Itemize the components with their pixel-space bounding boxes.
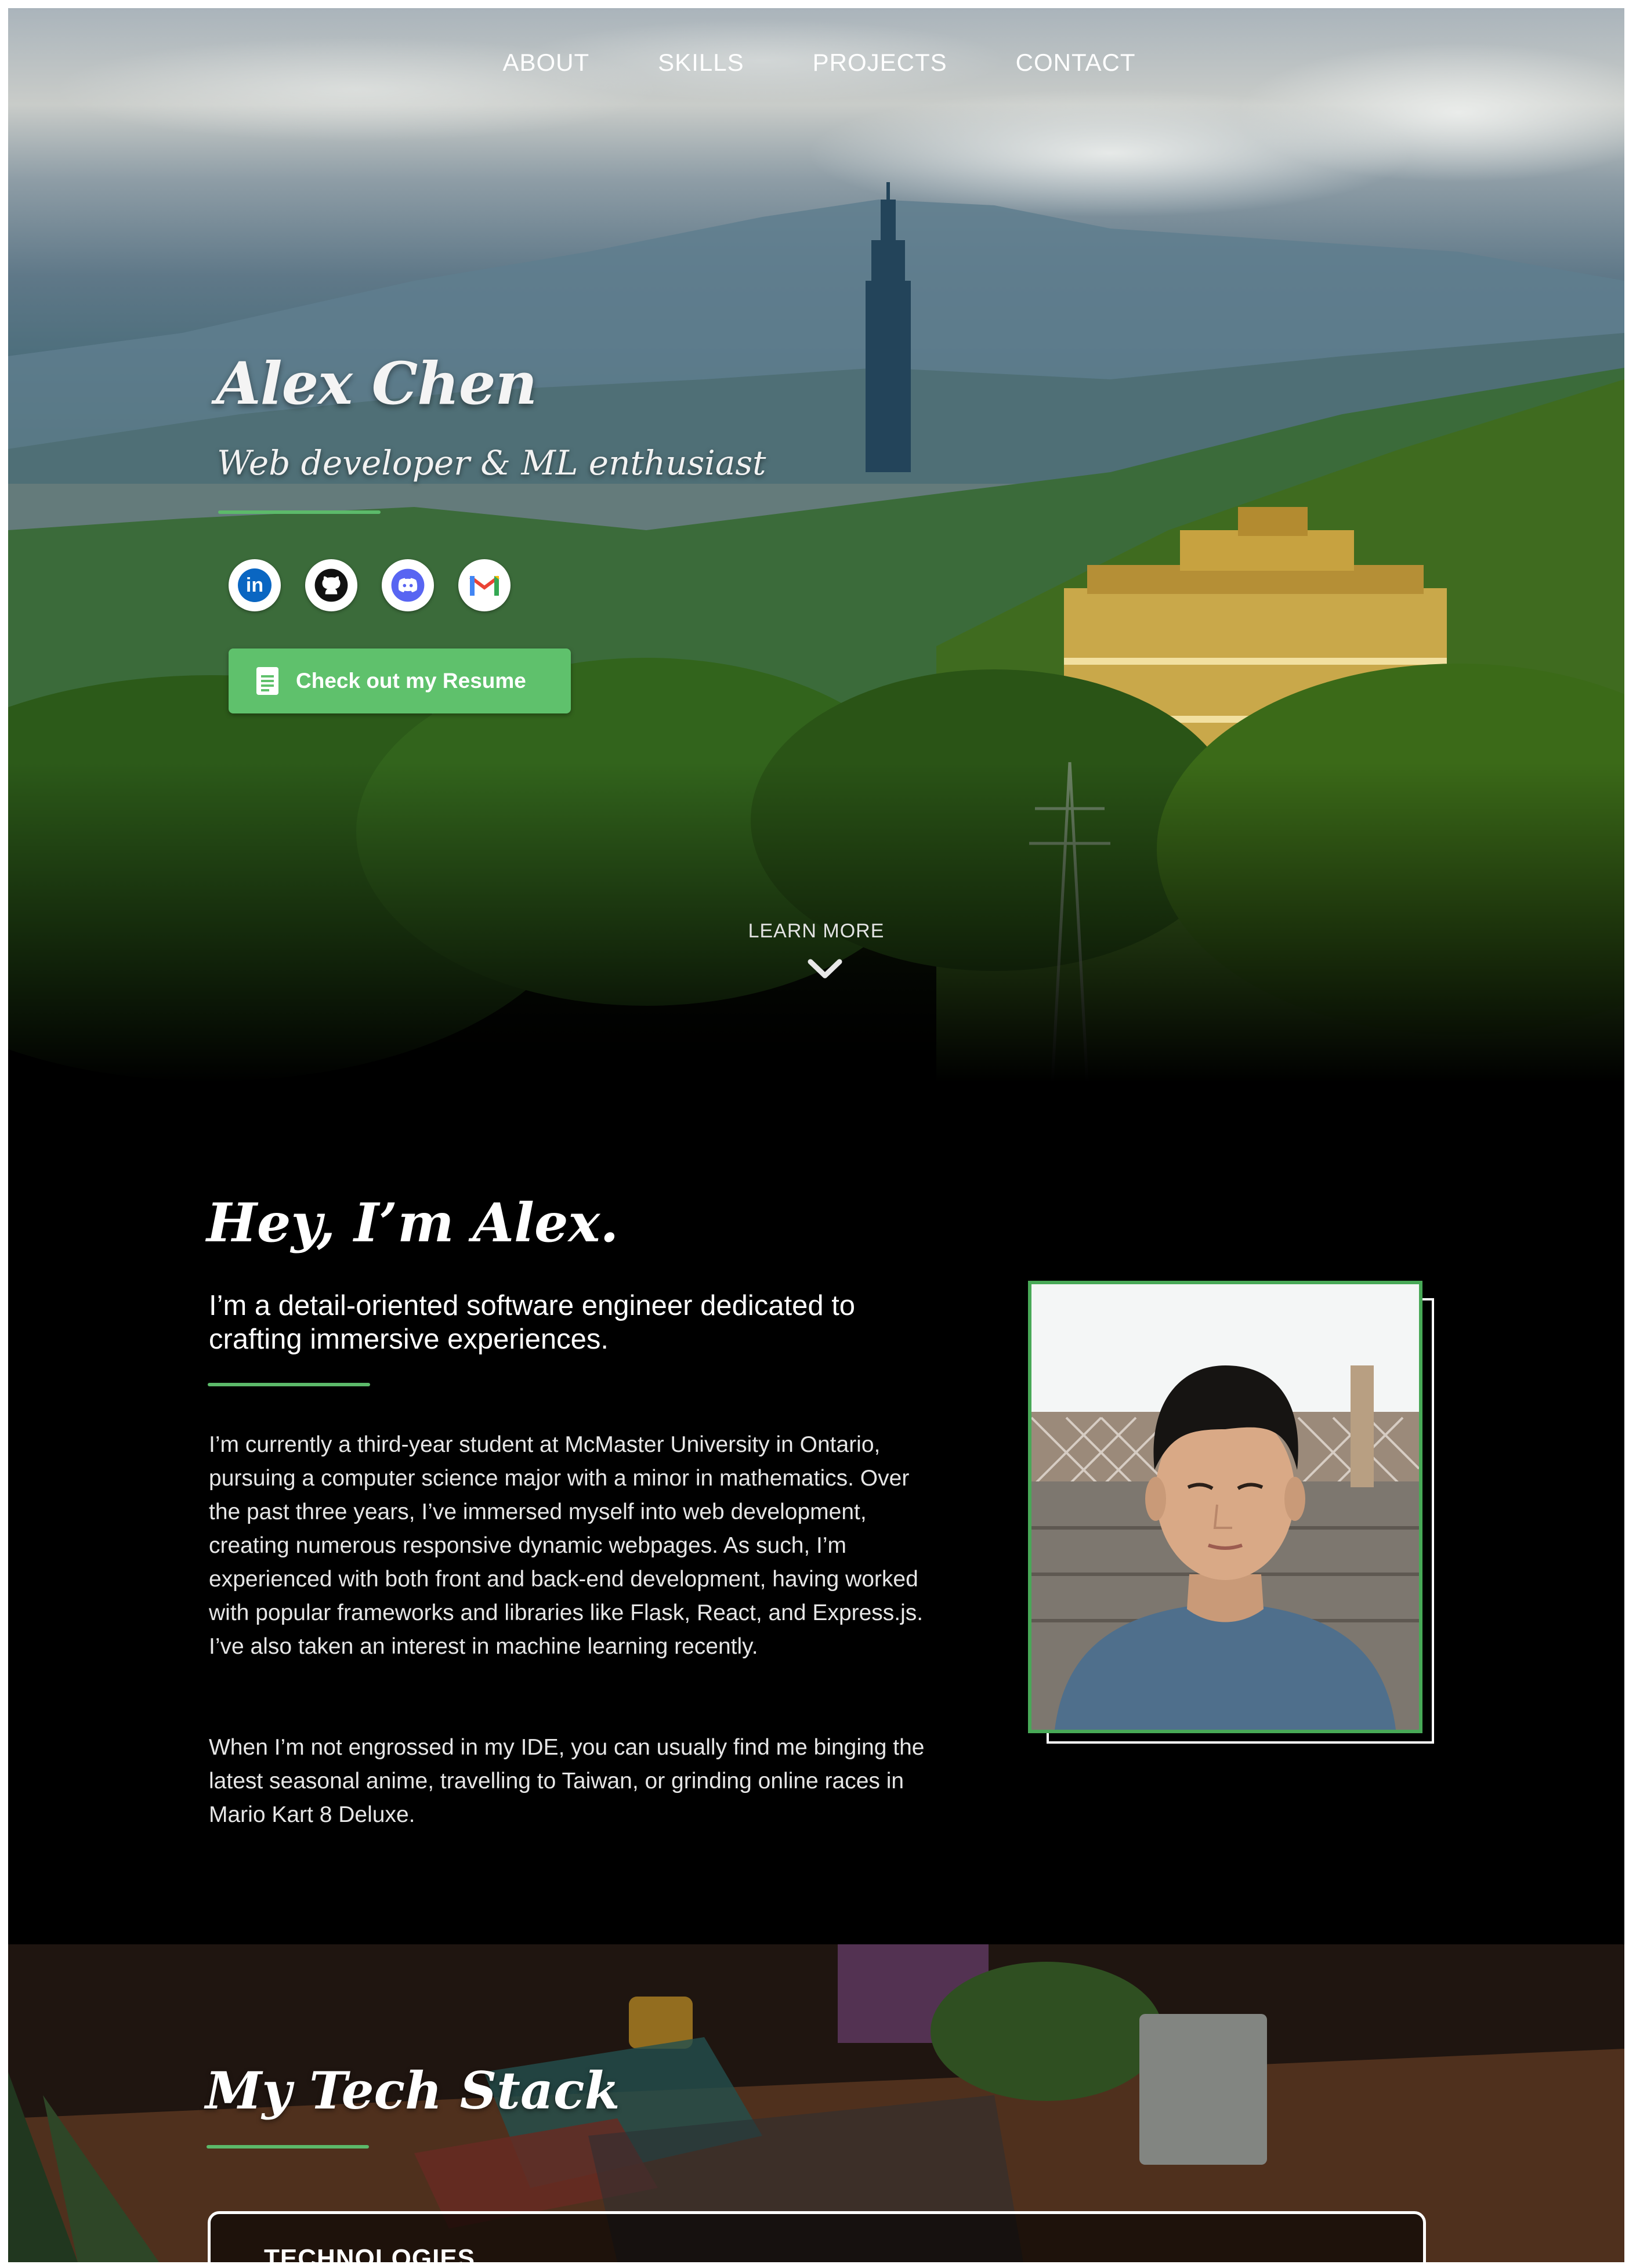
linkedin-icon: in bbox=[238, 568, 272, 602]
tech-stack-divider bbox=[207, 2145, 369, 2149]
main-nav: ABOUT SKILLS PROJECTS CONTACT bbox=[8, 49, 1624, 77]
resume-button-label: Check out my Resume bbox=[296, 669, 526, 693]
portrait-illustration bbox=[1031, 1284, 1419, 1730]
about-lead: I’m a detail-oriented software engineer … bbox=[209, 1290, 856, 1355]
social-links: in bbox=[229, 559, 511, 611]
learn-more-label[interactable]: LEARN MORE bbox=[8, 920, 1624, 943]
github-icon bbox=[314, 568, 348, 602]
page-frame: ABOUT SKILLS PROJECTS CONTACT Alex Chen … bbox=[8, 8, 1624, 2262]
hero-section: ABOUT SKILLS PROJECTS CONTACT Alex Chen … bbox=[8, 8, 1624, 1082]
profile-photo bbox=[1028, 1281, 1422, 1733]
about-paragraph-2: When I’m not engrossed in my IDE, you ca… bbox=[209, 1735, 925, 1827]
hero-divider bbox=[218, 510, 381, 514]
chevron-down-icon[interactable] bbox=[806, 957, 844, 981]
technologies-label: TECHNOLOGIES bbox=[264, 2244, 476, 2262]
about-divider bbox=[208, 1383, 370, 1386]
nav-about[interactable]: ABOUT bbox=[502, 49, 589, 77]
about-title: Hey, I’m Alex. bbox=[207, 1191, 619, 1254]
tech-stack-title: My Tech Stack bbox=[205, 2060, 620, 2121]
about-paragraph-1: I’m currently a third-year student at Mc… bbox=[209, 1432, 924, 1659]
linkedin-link[interactable]: in bbox=[229, 559, 281, 611]
hero-name: Alex Chen bbox=[216, 349, 537, 418]
resume-button[interactable]: Check out my Resume bbox=[229, 648, 571, 713]
document-icon bbox=[256, 667, 278, 695]
nav-contact[interactable]: CONTACT bbox=[1016, 49, 1136, 77]
tech-stack-section: My Tech Stack TECHNOLOGIES bbox=[8, 1944, 1624, 2262]
technologies-card: TECHNOLOGIES bbox=[208, 2211, 1426, 2262]
hero-tagline: Web developer & ML enthusiast bbox=[217, 443, 766, 483]
gmail-link[interactable]: M bbox=[458, 559, 511, 611]
nav-skills[interactable]: SKILLS bbox=[658, 49, 744, 77]
nav-projects[interactable]: PROJECTS bbox=[813, 49, 947, 77]
discord-link[interactable] bbox=[382, 559, 434, 611]
about-section: Hey, I’m Alex. I’m a detail-oriented sof… bbox=[8, 1082, 1624, 1944]
github-link[interactable] bbox=[305, 559, 357, 611]
discord-icon bbox=[391, 568, 425, 602]
gmail-icon bbox=[469, 575, 499, 596]
